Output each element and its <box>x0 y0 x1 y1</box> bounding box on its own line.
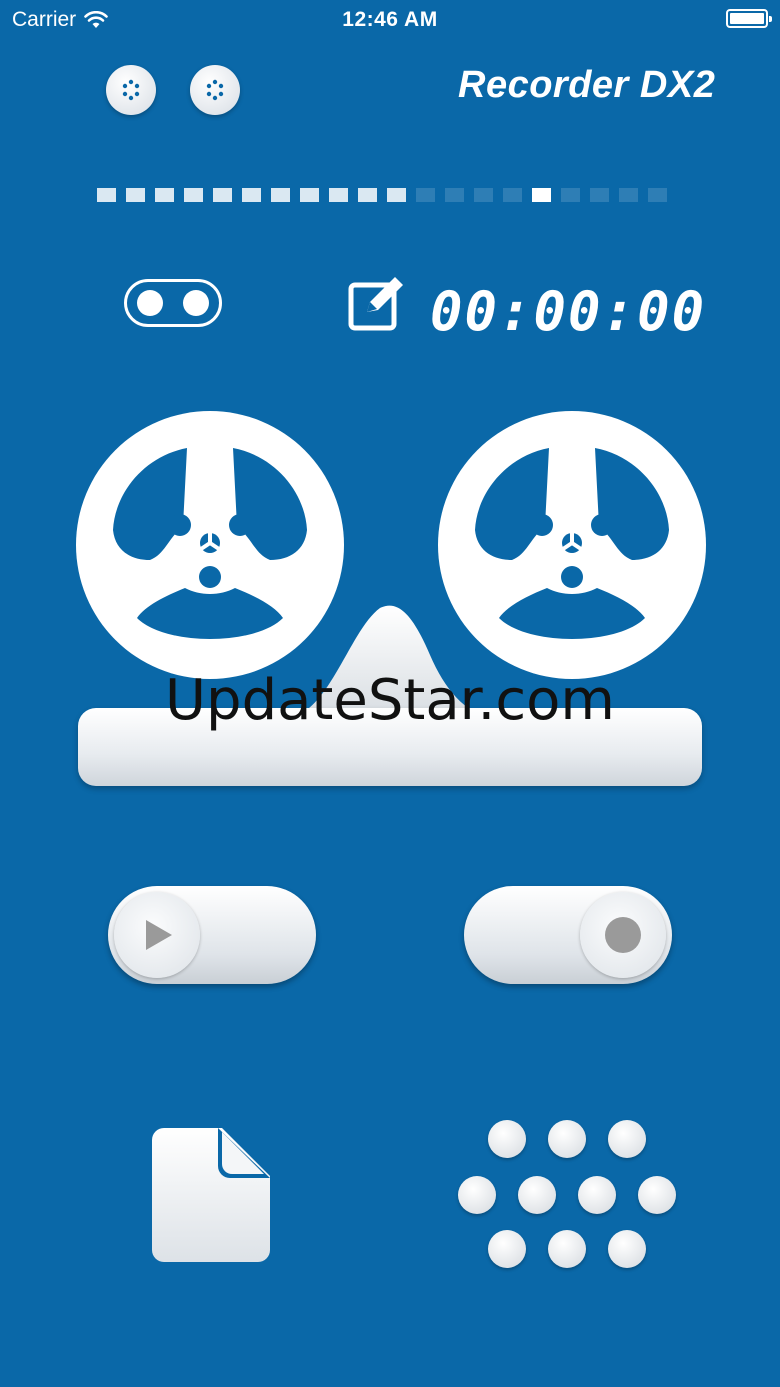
meter-segment <box>445 188 464 202</box>
right-menu-button[interactable] <box>190 65 240 115</box>
meter-segment <box>561 188 580 202</box>
watermark-text: UpdateStar.com <box>165 668 615 733</box>
record-switch[interactable] <box>464 886 672 984</box>
play-switch[interactable] <box>108 886 316 984</box>
meter-segment <box>155 188 174 202</box>
meter-segment <box>213 188 232 202</box>
status-bar: Carrier 12:46 AM <box>0 0 780 40</box>
dots-icon <box>122 79 140 101</box>
play-icon <box>146 920 172 950</box>
record-icon <box>605 917 641 953</box>
meter-segment <box>271 188 290 202</box>
meter-segment <box>416 188 435 202</box>
meter-segment <box>97 188 116 202</box>
meter-segment <box>358 188 377 202</box>
timer-display: 00:00:00 <box>430 280 707 343</box>
meter-segment <box>126 188 145 202</box>
mode-toggle[interactable] <box>124 279 222 327</box>
keypad-icon[interactable] <box>458 1120 680 1270</box>
level-meter <box>97 188 667 202</box>
meter-segment <box>619 188 638 202</box>
meter-segment <box>329 188 348 202</box>
meter-segment <box>503 188 522 202</box>
dots-icon <box>206 79 224 101</box>
battery-icon <box>726 9 772 28</box>
meter-segment <box>648 188 667 202</box>
meter-segment <box>387 188 406 202</box>
status-time: 12:46 AM <box>342 8 438 31</box>
meter-segment <box>242 188 261 202</box>
meter-segment <box>532 188 551 202</box>
file-icon[interactable] <box>152 1126 272 1264</box>
left-menu-button[interactable] <box>106 65 156 115</box>
play-knob[interactable] <box>114 892 200 978</box>
meter-segment <box>300 188 319 202</box>
meter-segment <box>184 188 203 202</box>
meter-segment <box>474 188 493 202</box>
meter-segment <box>590 188 609 202</box>
app-logo: Recorder DX2 <box>458 64 716 106</box>
record-knob[interactable] <box>580 892 666 978</box>
edit-icon[interactable] <box>347 272 409 334</box>
